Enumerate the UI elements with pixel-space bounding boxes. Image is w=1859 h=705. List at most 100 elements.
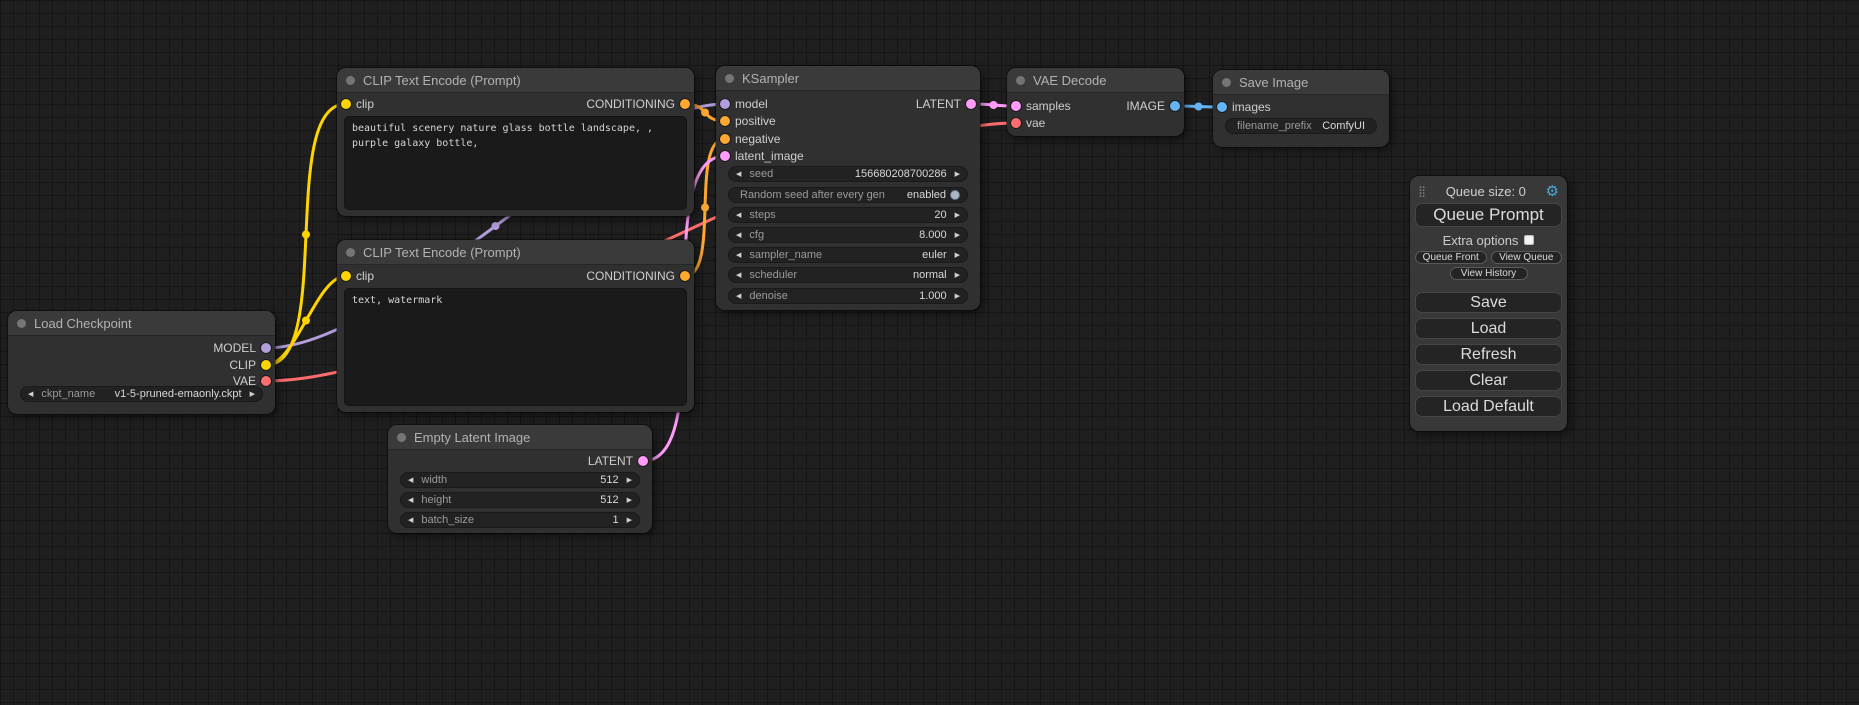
extra-options-checkbox[interactable]: [1524, 235, 1534, 245]
widget-name: steps: [749, 210, 775, 221]
clear-button[interactable]: Clear: [1415, 370, 1562, 391]
widget-sampler-name[interactable]: ◀ sampler_name euler ▶: [728, 247, 968, 263]
node-header[interactable]: Empty Latent Image: [388, 425, 652, 450]
increment-arrow-icon[interactable]: ▶: [955, 212, 960, 219]
output-label-clip: CLIP: [229, 357, 256, 373]
input-port-clip[interactable]: [341, 99, 351, 109]
view-queue-button[interactable]: View Queue: [1491, 251, 1563, 264]
load-default-button[interactable]: Load Default: [1415, 396, 1562, 417]
decrement-arrow-icon[interactable]: ◀: [736, 232, 741, 239]
increment-arrow-icon[interactable]: ▶: [955, 252, 960, 259]
collapse-dot[interactable]: [17, 319, 26, 328]
view-history-button[interactable]: View History: [1450, 267, 1528, 280]
menu-drag-handle-icon[interactable]: ⣿: [1418, 185, 1426, 198]
input-port-images[interactable]: [1217, 102, 1227, 112]
node-graph-canvas[interactable]: Load Checkpoint MODEL CLIP VAE ◀ ckpt_na…: [0, 0, 1859, 705]
decrement-arrow-icon[interactable]: ◀: [736, 171, 741, 178]
node-title: Load Checkpoint: [34, 316, 132, 331]
input-port-model[interactable]: [720, 99, 730, 109]
collapse-dot[interactable]: [346, 248, 355, 257]
queue-prompt-button[interactable]: Queue Prompt: [1415, 203, 1562, 227]
collapse-dot[interactable]: [1016, 76, 1025, 85]
increment-arrow-icon[interactable]: ▶: [955, 272, 960, 279]
comfy-menu-panel[interactable]: ⣿ Queue size: 0 ⚙ Queue Prompt Extra opt…: [1410, 176, 1567, 431]
save-button[interactable]: Save: [1415, 292, 1562, 313]
queue-front-button[interactable]: Queue Front: [1415, 251, 1487, 264]
input-port-vae[interactable]: [1011, 118, 1021, 128]
input-port-negative[interactable]: [720, 134, 730, 144]
decrement-arrow-icon[interactable]: ◀: [28, 391, 33, 398]
widget-ckpt-name[interactable]: ◀ ckpt_name v1-5-pruned-emaonly.ckpt ▶: [20, 386, 263, 402]
collapse-dot[interactable]: [725, 74, 734, 83]
node-clip-text-encode-positive[interactable]: CLIP Text Encode (Prompt) clip CONDITION…: [337, 68, 694, 216]
increment-arrow-icon[interactable]: ▶: [627, 497, 632, 504]
link-midpoint-negative-conditioning[interactable]: [701, 204, 709, 212]
input-port-latent-image[interactable]: [720, 151, 730, 161]
prompt-textarea[interactable]: beautiful scenery nature glass bottle la…: [344, 116, 687, 210]
output-port-latent[interactable]: [966, 99, 976, 109]
output-port-conditioning[interactable]: [680, 271, 690, 281]
node-header[interactable]: Save Image: [1213, 70, 1389, 95]
settings-gear-icon[interactable]: ⚙: [1546, 184, 1559, 199]
toggle-knob[interactable]: [950, 190, 960, 200]
increment-arrow-icon[interactable]: ▶: [955, 171, 960, 178]
decrement-arrow-icon[interactable]: ◀: [408, 517, 413, 524]
node-header[interactable]: CLIP Text Encode (Prompt): [337, 240, 694, 265]
widget-scheduler[interactable]: ◀ scheduler normal ▶: [728, 267, 968, 283]
input-port-clip[interactable]: [341, 271, 351, 281]
widget-name: height: [421, 495, 451, 506]
widget-batch-size[interactable]: ◀ batch_size 1 ▶: [400, 512, 640, 528]
link-midpoint-image[interactable]: [1195, 103, 1203, 111]
input-label-clip: clip: [356, 96, 374, 112]
decrement-arrow-icon[interactable]: ◀: [736, 293, 741, 300]
link-midpoint-model[interactable]: [492, 222, 500, 230]
decrement-arrow-icon[interactable]: ◀: [408, 497, 413, 504]
increment-arrow-icon[interactable]: ▶: [955, 293, 960, 300]
increment-arrow-icon[interactable]: ▶: [627, 477, 632, 484]
collapse-dot[interactable]: [397, 433, 406, 442]
link-midpoint-samples[interactable]: [990, 101, 998, 109]
output-port-latent[interactable]: [638, 456, 648, 466]
node-save-image[interactable]: Save Image images filename_prefix ComfyU…: [1213, 70, 1389, 147]
widget-steps[interactable]: ◀ steps 20 ▶: [728, 207, 968, 223]
collapse-dot[interactable]: [1222, 78, 1231, 87]
output-label-latent: LATENT: [916, 96, 961, 112]
decrement-arrow-icon[interactable]: ◀: [736, 272, 741, 279]
widget-random-seed-toggle[interactable]: Random seed after every gen enabled: [728, 187, 968, 203]
input-port-samples[interactable]: [1011, 101, 1021, 111]
output-port-conditioning[interactable]: [680, 99, 690, 109]
increment-arrow-icon[interactable]: ▶: [627, 517, 632, 524]
load-button[interactable]: Load: [1415, 318, 1562, 339]
node-header[interactable]: VAE Decode: [1007, 68, 1184, 93]
collapse-dot[interactable]: [346, 76, 355, 85]
prompt-textarea[interactable]: text, watermark: [344, 288, 687, 406]
widget-cfg[interactable]: ◀ cfg 8.000 ▶: [728, 227, 968, 243]
output-port-image[interactable]: [1170, 101, 1180, 111]
node-header[interactable]: CLIP Text Encode (Prompt): [337, 68, 694, 93]
widget-filename-prefix[interactable]: filename_prefix ComfyUI: [1225, 118, 1377, 134]
node-header[interactable]: Load Checkpoint: [8, 311, 275, 336]
refresh-button[interactable]: Refresh: [1415, 344, 1562, 365]
node-header[interactable]: KSampler: [716, 66, 980, 91]
input-port-positive[interactable]: [720, 116, 730, 126]
increment-arrow-icon[interactable]: ▶: [250, 391, 255, 398]
node-load-checkpoint[interactable]: Load Checkpoint MODEL CLIP VAE ◀ ckpt_na…: [8, 311, 275, 414]
link-midpoint-positive-conditioning[interactable]: [701, 109, 709, 117]
widget-denoise[interactable]: ◀ denoise 1.000 ▶: [728, 288, 968, 304]
link-midpoint-clip-to-negative-prompt[interactable]: [302, 317, 310, 325]
widget-width[interactable]: ◀ width 512 ▶: [400, 472, 640, 488]
widget-seed[interactable]: ◀ seed 156680208700286 ▶: [728, 166, 968, 182]
output-port-vae[interactable]: [261, 376, 271, 386]
node-clip-text-encode-negative[interactable]: CLIP Text Encode (Prompt) clip CONDITION…: [337, 240, 694, 412]
widget-height[interactable]: ◀ height 512 ▶: [400, 492, 640, 508]
output-port-clip[interactable]: [261, 360, 271, 370]
decrement-arrow-icon[interactable]: ◀: [736, 212, 741, 219]
increment-arrow-icon[interactable]: ▶: [955, 232, 960, 239]
node-ksampler[interactable]: KSampler model positive negative latent_…: [716, 66, 980, 310]
decrement-arrow-icon[interactable]: ◀: [408, 477, 413, 484]
node-empty-latent-image[interactable]: Empty Latent Image LATENT ◀ width 512 ▶ …: [388, 425, 652, 533]
node-vae-decode[interactable]: VAE Decode samples vae IMAGE: [1007, 68, 1184, 136]
output-port-model[interactable]: [261, 343, 271, 353]
link-midpoint-clip-to-positive-prompt[interactable]: [302, 231, 310, 239]
decrement-arrow-icon[interactable]: ◀: [736, 252, 741, 259]
